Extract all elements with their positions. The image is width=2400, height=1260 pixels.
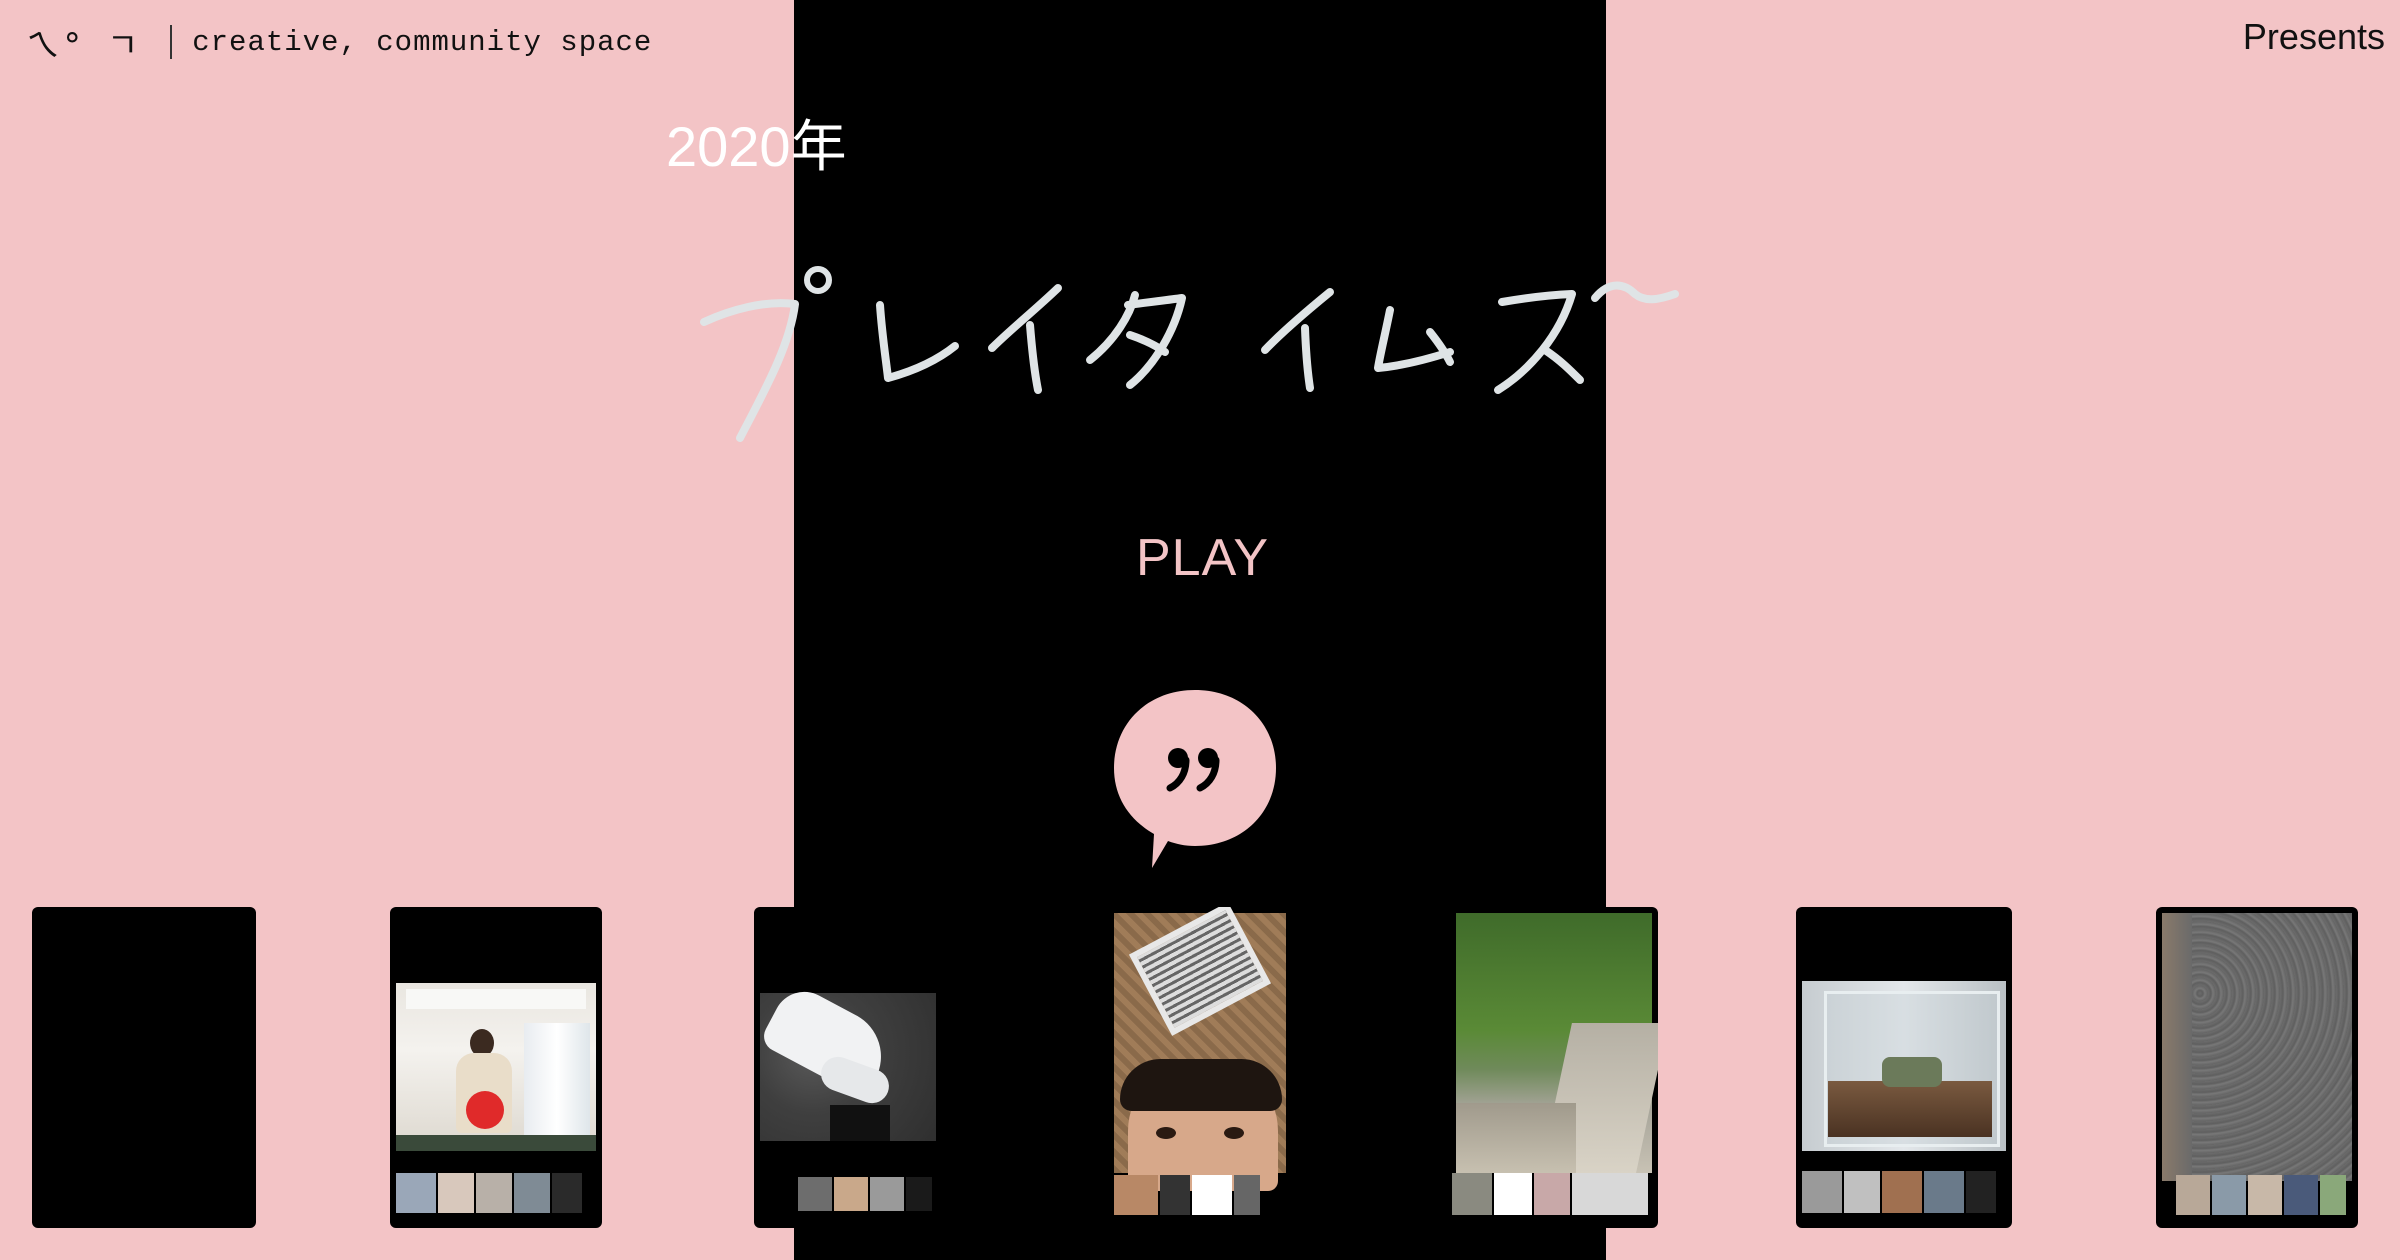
speech-bubble-icon[interactable] [1112,688,1278,870]
play-button[interactable]: PLAY [1136,528,1269,588]
card-thumbnail [758,980,936,1141]
card-thumbnail-strip [1114,1175,1286,1215]
logo-mark: ㄟ° ㄱ [26,25,141,66]
card-thumbnail [1456,913,1658,1173]
video-card-3[interactable] [754,907,938,1228]
logo-tagline: creative, community space [192,25,653,59]
video-card-5[interactable] [1450,907,1658,1228]
card-thumbnail [2162,913,2352,1181]
video-card-4[interactable] [1112,907,1288,1228]
card-thumbnail [396,983,596,1151]
video-card-1[interactable] [32,907,256,1228]
presents-link[interactable]: Presents [2243,16,2385,58]
site-logo[interactable]: ㄟ° ㄱ creative, community space [26,20,653,66]
video-card-6[interactable] [1796,907,2012,1228]
title-handwriting-logo [690,250,1730,450]
video-card-7[interactable] [2156,907,2358,1228]
card-thumbnail-strip [1452,1173,1648,1215]
year-heading: 2020年 [666,115,847,178]
card-thumbnail [1114,907,1286,1191]
card-thumbnail-strip [396,1173,586,1213]
card-thumbnail-strip [2176,1175,2346,1215]
logo-divider [170,25,173,59]
card-thumbnail-strip [1802,1171,1998,1213]
video-card-2[interactable] [390,907,602,1228]
card-thumbnail-strip [798,1177,934,1211]
card-thumbnail [1802,981,2006,1151]
